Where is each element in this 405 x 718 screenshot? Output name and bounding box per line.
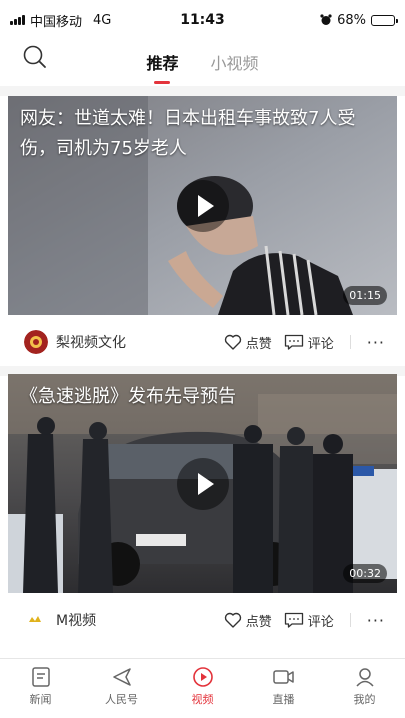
- video-title[interactable]: 网友：世道太难！日本出租车事故致7人受伤，司机为75岁老人: [20, 104, 385, 164]
- source-avatar[interactable]: [24, 330, 48, 354]
- divider: [349, 613, 351, 627]
- search-icon[interactable]: [22, 44, 48, 70]
- comment-icon: [284, 334, 303, 350]
- battery-icon: [370, 14, 398, 26]
- tab-people[interactable]: 人民号: [81, 659, 162, 718]
- carrier-label: 中国移动: [30, 14, 83, 30]
- play-circle-icon: [192, 667, 213, 687]
- video-meta-bar: M视频 点赞 评论 ···: [0, 595, 405, 645]
- play-button[interactable]: [176, 179, 229, 232]
- source-name[interactable]: 梨视频文化: [56, 332, 212, 352]
- video-meta-bar: 梨视频文化 点赞 评论 ···: [0, 317, 405, 367]
- video-duration: 00:32: [343, 564, 387, 583]
- video-title[interactable]: 《急速逃脱》发布先导预告: [20, 382, 385, 412]
- heart-icon: [224, 334, 241, 350]
- alarm-icon: [320, 14, 332, 25]
- comment-button[interactable]: 评论: [284, 611, 334, 630]
- news-icon: [31, 667, 50, 687]
- more-button[interactable]: ···: [367, 333, 385, 352]
- like-label: 点赞: [245, 614, 272, 630]
- comment-label: 评论: [307, 614, 334, 630]
- video-duration: 01:15: [343, 286, 387, 305]
- source-avatar[interactable]: [24, 608, 48, 632]
- comment-label: 评论: [307, 336, 334, 352]
- top-header: 推荐 小视频: [0, 40, 405, 84]
- tab-label: 直播: [272, 693, 295, 706]
- tab-me[interactable]: 我的: [324, 659, 405, 718]
- like-label: 点赞: [245, 336, 272, 352]
- signal-icon: [10, 15, 25, 25]
- bottom-tab-bar: 新闻 人民号 视频 直播 我的: [0, 658, 405, 718]
- tab-label: 视频: [191, 693, 214, 706]
- divider: [0, 86, 405, 96]
- tab-short-video[interactable]: 小视频: [195, 45, 275, 79]
- network-label: 4G: [93, 12, 112, 28]
- heart-icon: [224, 612, 241, 628]
- tab-label: 人民号: [105, 693, 138, 706]
- comment-icon: [284, 612, 303, 628]
- tab-label: 我的: [353, 693, 376, 706]
- battery-percent: 68%: [337, 12, 366, 28]
- tab-video[interactable]: 视频: [162, 659, 243, 718]
- more-button[interactable]: ···: [367, 611, 385, 630]
- tab-news[interactable]: 新闻: [0, 659, 81, 718]
- status-bar: 中国移动 4G 11:43 68%: [0, 0, 405, 40]
- source-name[interactable]: M视频: [56, 610, 212, 630]
- video-thumbnail[interactable]: 《急速逃脱》发布先导预告 00:32: [8, 374, 397, 593]
- divider: [349, 335, 351, 349]
- paper-plane-icon: [112, 668, 131, 686]
- video-camera-icon: [272, 670, 294, 684]
- tab-live[interactable]: 直播: [243, 659, 324, 718]
- play-button[interactable]: [176, 457, 229, 510]
- like-button[interactable]: 点赞: [224, 611, 272, 630]
- tab-recommended[interactable]: 推荐: [130, 45, 194, 84]
- video-thumbnail[interactable]: 网友：世道太难！日本出租车事故致7人受伤，司机为75岁老人 01:15: [8, 96, 397, 315]
- comment-button[interactable]: 评论: [284, 333, 334, 352]
- tab-label: 新闻: [29, 693, 52, 706]
- user-icon: [355, 668, 374, 687]
- clock: 11:43: [180, 12, 225, 28]
- like-button[interactable]: 点赞: [224, 333, 272, 352]
